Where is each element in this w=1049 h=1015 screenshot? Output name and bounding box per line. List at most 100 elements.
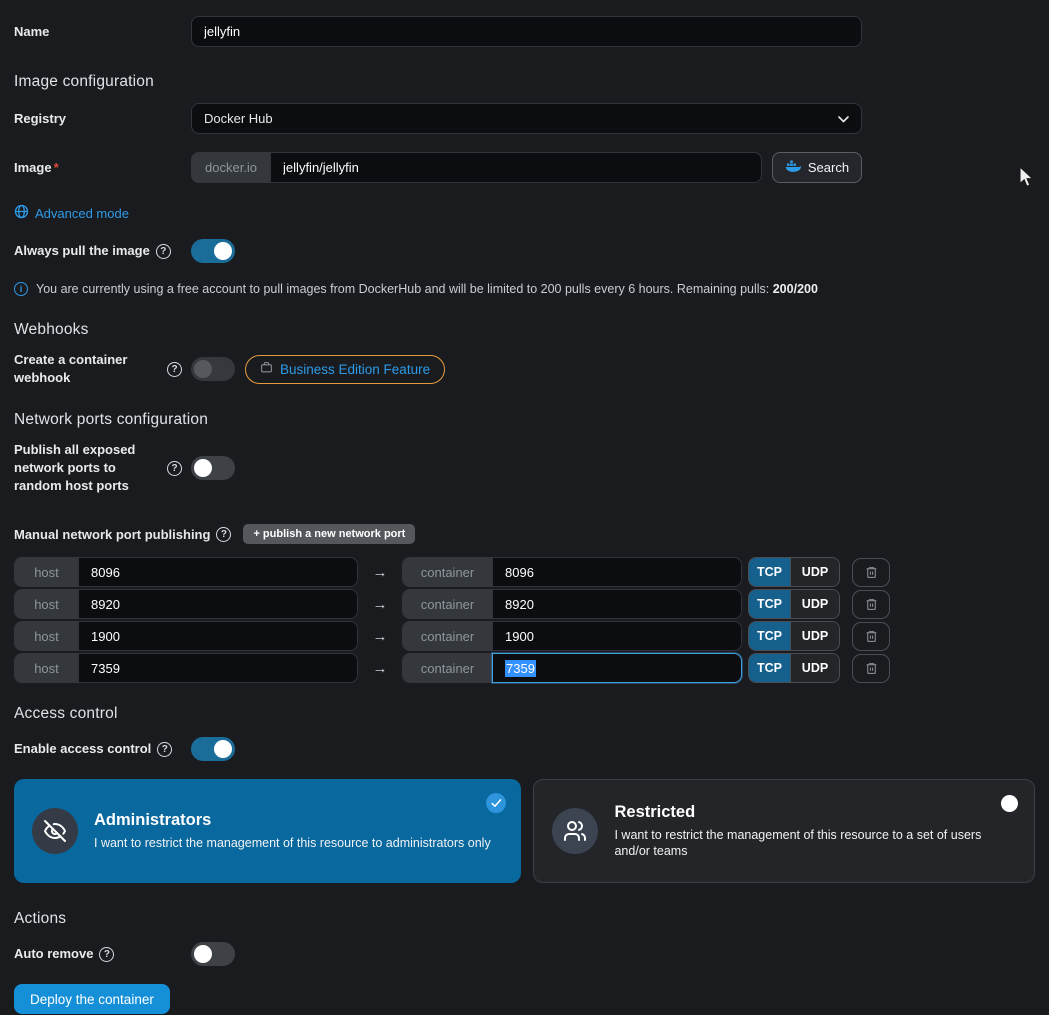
udp-button[interactable]: UDP [790,558,839,586]
tcp-button[interactable]: TCP [749,558,790,586]
business-edition-badge: Business Edition Feature [245,354,446,384]
manual-publishing-row: Manual network port publishing ? + publi… [14,524,1035,544]
enable-access-control-row: Enable access control ? [14,737,1035,761]
toggle-knob [194,360,212,378]
administrators-card[interactable]: Administrators I want to restrict the ma… [14,779,522,883]
restricted-card-description: I want to restrict the management of thi… [614,828,982,858]
users-icon [552,808,599,854]
unselected-radio-icon[interactable] [1001,795,1018,812]
enable-access-control-toggle[interactable] [191,737,235,761]
access-control-title: Access control [14,705,118,722]
image-label: Image * [14,159,59,176]
container-prefix-label: container [402,653,492,683]
publish-all-toggle[interactable] [191,456,235,480]
image-input-group: docker.io [191,152,762,183]
help-icon[interactable]: ? [155,243,171,259]
arrow-right-icon: → [372,563,388,581]
network-ports-title: Network ports configuration [14,411,209,428]
container-port-input[interactable] [492,621,742,651]
udp-button[interactable]: UDP [790,654,839,682]
dockerhub-pull-notice: i You are currently using a free account… [14,282,1035,296]
image-registry-prefix: docker.io [191,152,271,183]
actions-title: Actions [14,910,67,927]
info-icon: i [14,282,28,296]
toggle-knob [214,242,232,260]
help-icon[interactable]: ? [216,526,232,542]
registry-label: Registry [14,110,67,126]
tcp-button[interactable]: TCP [749,622,790,650]
webhook-label: Create a container webhook ? [14,351,191,387]
host-prefix-label: host [14,589,78,619]
container-prefix-label: container [402,589,492,619]
chevron-down-icon [838,111,849,126]
delete-port-button[interactable] [852,589,890,619]
name-input[interactable] [191,16,862,47]
container-prefix-label: container [402,621,492,651]
enable-access-control-label: Enable access control ? [14,740,191,758]
container-port-input[interactable] [492,557,742,587]
search-button[interactable]: Search [772,152,862,183]
registry-row: Registry Docker Hub [14,103,1035,134]
protocol-segment: TCP UDP [748,621,840,651]
image-configuration-title: Image configuration [14,73,154,90]
name-label: Name [14,23,50,39]
tcp-button[interactable]: TCP [749,590,790,618]
remaining-pulls-value: 200/200 [772,282,818,296]
trash-icon [866,567,876,578]
container-prefix-label: container [402,557,492,587]
publish-new-port-button[interactable]: + publish a new network port [243,524,416,544]
name-row: Name [14,16,1035,47]
udp-button[interactable]: UDP [790,590,839,618]
delete-port-button[interactable] [852,653,890,683]
port-mapping-row: host → container TCPUDP [14,589,1035,619]
access-control-options: Administrators I want to restrict the ma… [14,779,1035,883]
advanced-mode-label: Advanced mode [35,205,129,221]
image-row: Image* docker.io Search [14,152,1035,183]
business-edition-badge-label: Business Edition Feature [280,361,431,377]
host-port-input[interactable] [78,621,358,651]
help-icon[interactable]: ? [167,361,182,377]
delete-port-button[interactable] [852,557,890,587]
administrators-card-title: Administrators [94,811,212,829]
host-port-input[interactable] [78,589,358,619]
manual-publishing-label: Manual network port publishing [14,526,211,542]
search-button-label: Search [807,160,850,175]
always-pull-label: Always pull the image ? [14,242,191,260]
help-icon[interactable]: ? [99,946,115,962]
restricted-card[interactable]: Restricted I want to restrict the manage… [533,779,1035,883]
registry-select[interactable]: Docker Hub [191,103,862,134]
host-port-input[interactable] [78,557,358,587]
deploy-container-button[interactable]: Deploy the container [14,984,170,1014]
delete-port-button[interactable] [852,621,890,651]
always-pull-toggle[interactable] [191,239,235,263]
protocol-segment: TCP UDP [748,557,840,587]
container-port-input[interactable] [492,589,742,619]
tcp-button[interactable]: TCP [749,654,790,682]
host-prefix-label: host [14,621,78,651]
trash-icon [866,599,876,610]
host-port-input[interactable] [78,653,358,683]
advanced-mode-link[interactable]: Advanced mode [14,204,129,222]
udp-button[interactable]: UDP [790,622,839,650]
port-mapping-row: host → container 7359 TCPUDP [14,653,1035,683]
docker-whale-icon [785,159,801,176]
help-icon[interactable]: ? [167,460,182,476]
webhook-row: Create a container webhook ? Business Ed… [14,351,1035,387]
arrow-right-icon: → [372,659,388,677]
restricted-card-title: Restricted [614,803,696,821]
registry-selected-value: Docker Hub [204,111,273,126]
host-prefix-label: host [14,557,78,587]
arrow-right-icon: → [372,627,388,645]
eye-slash-icon [32,808,78,854]
image-input[interactable] [270,152,762,183]
auto-remove-label: Auto remove ? [14,945,191,963]
publish-all-label: Publish all exposed network ports to ran… [14,441,191,495]
webhook-toggle [191,357,235,381]
toggle-knob [194,945,212,963]
trash-icon [866,663,876,674]
container-port-input-focused[interactable]: 7359 [492,653,742,683]
protocol-segment: TCP UDP [748,653,840,683]
selected-check-icon [486,793,507,813]
auto-remove-toggle[interactable] [191,942,235,966]
help-icon[interactable]: ? [157,741,173,757]
